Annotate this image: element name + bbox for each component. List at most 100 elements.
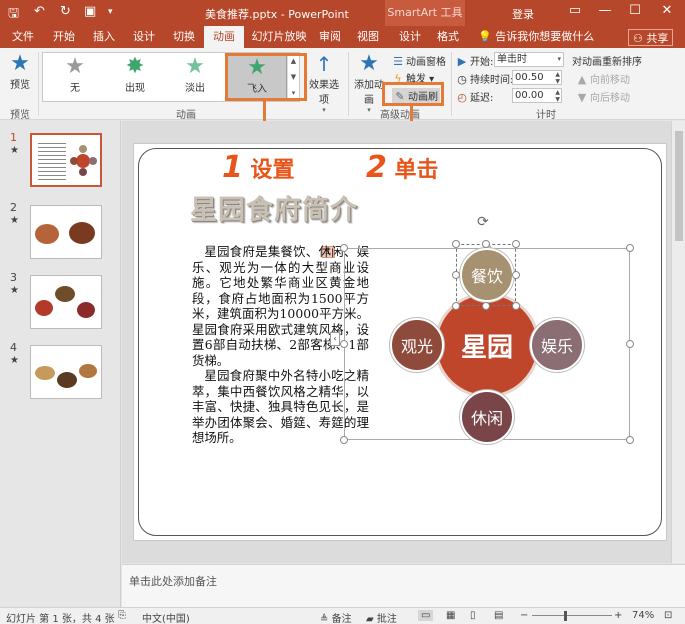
- start-value: 单击时: [497, 54, 527, 65]
- close-icon[interactable]: ✕: [652, 3, 682, 18]
- notes-toggle-button[interactable]: ≜ 备注: [320, 610, 352, 624]
- group-separator: [38, 52, 39, 116]
- move-earlier-button[interactable]: ▲ 向前移动: [576, 71, 630, 86]
- node-resize-handle[interactable]: [452, 271, 460, 279]
- animation-none-label: 无: [70, 83, 80, 94]
- tab-slideshow[interactable]: 幻灯片放映: [248, 26, 310, 48]
- tab-animations[interactable]: 动画: [204, 26, 244, 48]
- node-resize-handle[interactable]: [452, 240, 460, 248]
- rotate-handle-icon[interactable]: ⟳: [477, 214, 489, 230]
- animation-pane-button[interactable]: ☰ 动画窗格: [392, 53, 446, 68]
- maximize-icon[interactable]: ☐: [620, 3, 650, 18]
- animation-appear[interactable]: ✸ 出现: [107, 55, 163, 99]
- customize-qat-icon[interactable]: ▾: [108, 7, 113, 17]
- slide-thumbnail-3[interactable]: [30, 275, 102, 329]
- tab-insert[interactable]: 插入: [86, 26, 122, 48]
- slide-title[interactable]: 星园食府简介: [190, 188, 358, 227]
- slide-thumbnail-2[interactable]: [30, 205, 102, 259]
- save-icon[interactable]: 🖫: [8, 4, 19, 26]
- node-resize-handle[interactable]: [482, 302, 490, 310]
- zoom-out-icon[interactable]: −: [520, 610, 528, 621]
- animation-none[interactable]: ★ 无: [47, 55, 103, 99]
- spinner-arrows-icon[interactable]: ▲ ▼: [555, 71, 560, 85]
- zoom-slider-track[interactable]: [532, 615, 612, 616]
- resize-handle[interactable]: [626, 436, 634, 444]
- highlight-box-fly-in: [225, 53, 307, 101]
- slide-sorter-icon[interactable]: ▦: [446, 610, 455, 621]
- up-triangle-icon: ▲: [577, 73, 587, 86]
- reading-view-icon[interactable]: ▯: [470, 610, 476, 621]
- tab-review[interactable]: 审阅: [312, 26, 348, 48]
- thumb-animation-star: ★: [10, 215, 19, 226]
- slide-canvas[interactable]: 星园食府简介 1 星园食府是集餐饮、休闲、娱乐、观光为一体的大型商业设施。它地处…: [133, 143, 667, 541]
- duration-label: ◷ 持续时间:: [456, 71, 513, 86]
- spellcheck-icon[interactable]: ⎘: [118, 610, 126, 621]
- minimize-icon[interactable]: —: [590, 3, 620, 18]
- slide-thumbnail-4[interactable]: [30, 345, 102, 399]
- node-resize-handle[interactable]: [512, 271, 520, 279]
- node-resize-handle[interactable]: [452, 302, 460, 310]
- node-selection-box: [456, 244, 516, 306]
- share-button[interactable]: ⚇ 共享: [628, 29, 674, 46]
- resize-handle[interactable]: [340, 244, 348, 252]
- reorder-title: 对动画重新排序: [572, 57, 642, 68]
- animation-fade[interactable]: ★ 淡出: [167, 55, 223, 99]
- move-later-button[interactable]: ▼ 向后移动: [576, 89, 630, 104]
- tab-file[interactable]: 文件: [6, 26, 40, 48]
- smartart-text-pane-arrow-icon[interactable]: ‹: [330, 332, 340, 346]
- tab-smartart-design[interactable]: 设计: [392, 26, 428, 48]
- resize-handle[interactable]: [340, 436, 348, 444]
- person-icon: ⚇: [633, 32, 643, 45]
- delay-label: ◴ 延迟:: [456, 89, 493, 104]
- node-resize-handle[interactable]: [512, 240, 520, 248]
- delay-spinner[interactable]: 00.00 ▲ ▼: [512, 88, 562, 103]
- animation-fade-label: 淡出: [185, 83, 205, 94]
- fit-to-window-icon[interactable]: ⊡: [664, 610, 672, 621]
- effect-options-button[interactable]: ↑ 效果选项 ▾: [306, 52, 342, 114]
- thumb-smartart-node: [89, 157, 97, 165]
- comments-toggle-label: 批注: [376, 614, 397, 624]
- slide-thumbnails-pane: 1 ★ 2 ★ 3 ★ 4 ★: [0, 121, 121, 607]
- notes-pane[interactable]: 单击此处添加备注: [122, 564, 685, 607]
- node-resize-handle[interactable]: [512, 302, 520, 310]
- smartart-node-left[interactable]: 观光: [390, 318, 444, 372]
- zoom-slider-thumb[interactable]: [564, 611, 567, 621]
- start-dropdown[interactable]: 单击时 ▾: [494, 52, 564, 67]
- callout-text-2: 单击: [394, 158, 439, 183]
- tab-view[interactable]: 视图: [350, 26, 386, 48]
- restore-ribbon-icon[interactable]: ▭: [560, 3, 590, 18]
- preview-button[interactable]: ★ 预览: [4, 51, 36, 92]
- scrollbar-thumb[interactable]: [675, 131, 683, 241]
- smartart-node-bottom[interactable]: 休闲: [460, 390, 514, 444]
- resize-handle[interactable]: [626, 340, 634, 348]
- slide-thumbnail-1[interactable]: [30, 133, 102, 187]
- zoom-level[interactable]: 74%: [632, 610, 654, 621]
- tell-me-search[interactable]: 💡 告诉我你想要做什么: [478, 26, 594, 48]
- preview-star-icon: ★: [10, 51, 30, 76]
- callout-text-1: 设置: [250, 158, 295, 183]
- clock-icon: ◷: [457, 73, 467, 86]
- tab-home[interactable]: 开始: [46, 26, 82, 48]
- smartart-node-right[interactable]: 娱乐: [530, 318, 584, 372]
- redo-icon[interactable]: ↻: [60, 4, 71, 19]
- thumb-food-image: [35, 366, 55, 380]
- zoom-in-icon[interactable]: +: [614, 610, 622, 621]
- resize-handle[interactable]: [626, 244, 634, 252]
- node-resize-handle[interactable]: [482, 240, 490, 248]
- undo-icon[interactable]: ↶: [34, 4, 45, 19]
- spinner-arrows-icon[interactable]: ▲ ▼: [555, 89, 560, 103]
- login-button[interactable]: 登录: [512, 6, 534, 22]
- thumb-food-image: [77, 302, 95, 318]
- ribbon: ★ 预览 预览 ★ 无 ✸ 出现 ★ 淡出 ★ 飞入 ▲ ▼ ▾ ↑ 效果选项 …: [0, 48, 685, 121]
- slideshow-view-icon[interactable]: ▤: [494, 610, 503, 621]
- start-from-beginning-icon[interactable]: ▣: [84, 4, 96, 19]
- tab-smartart-format[interactable]: 格式: [430, 26, 466, 48]
- language-indicator[interactable]: 中文(中国): [142, 610, 190, 624]
- normal-view-icon[interactable]: ▭: [418, 610, 434, 621]
- tab-design[interactable]: 设计: [126, 26, 162, 48]
- tab-transitions[interactable]: 切换: [166, 26, 202, 48]
- vertical-scrollbar[interactable]: [671, 121, 685, 563]
- resize-handle[interactable]: [340, 340, 348, 348]
- comments-toggle-button[interactable]: ▰ 批注: [366, 610, 397, 624]
- duration-spinner[interactable]: 00.50 ▲ ▼: [512, 70, 562, 85]
